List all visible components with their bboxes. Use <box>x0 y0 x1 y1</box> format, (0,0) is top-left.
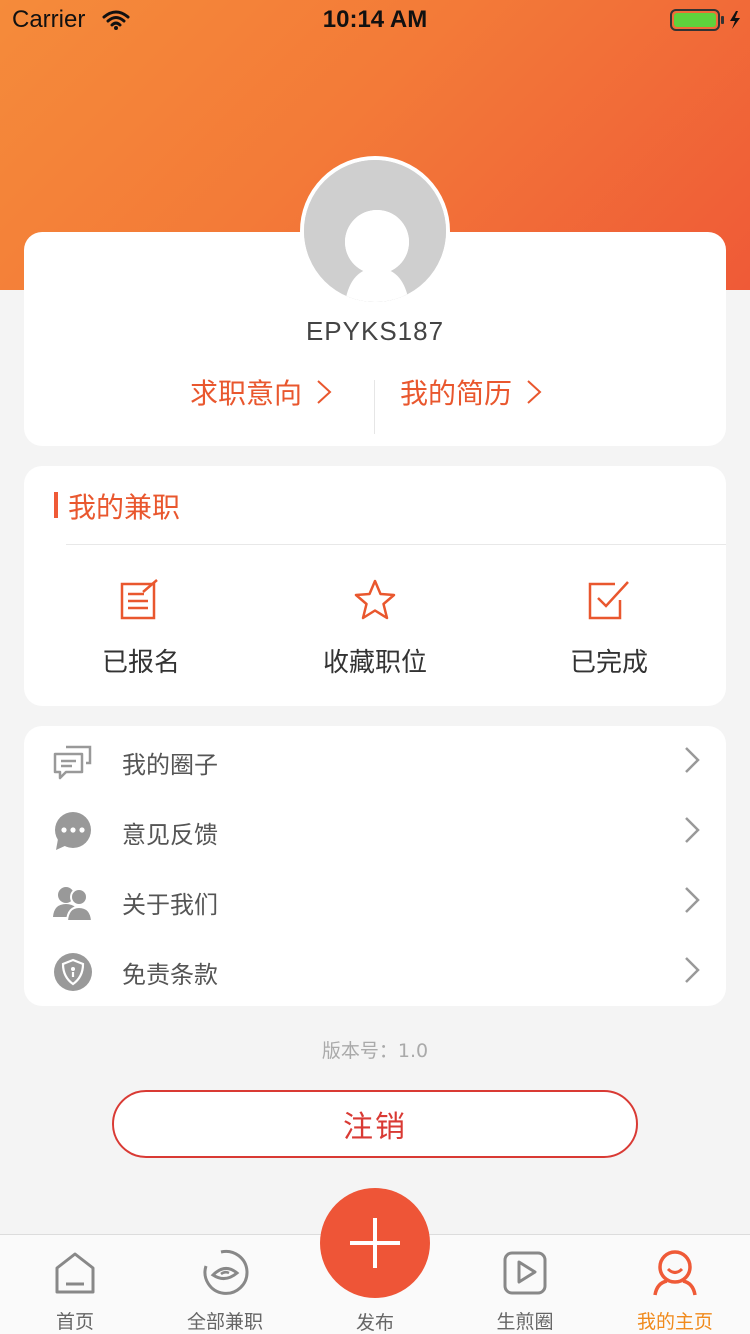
play-icon <box>503 1251 547 1295</box>
tab-circle[interactable]: 生煎圈 <box>465 1247 585 1334</box>
chevron-right-icon <box>685 887 700 913</box>
signed-up-button[interactable]: 已报名 <box>41 578 241 679</box>
tab-label: 全部兼职 <box>186 1311 263 1333</box>
menu-item-label: 我的圈子 <box>122 751 218 779</box>
users-icon <box>53 887 94 922</box>
completed-label: 已完成 <box>569 648 648 678</box>
chat-bubbles-icon <box>53 745 92 780</box>
saved-jobs-button[interactable]: 收藏职位 <box>275 578 475 679</box>
publish-label: 发布 <box>355 1312 394 1334</box>
saved-jobs-label: 收藏职位 <box>322 648 427 678</box>
divider <box>66 544 726 545</box>
checked-box-icon <box>588 581 629 620</box>
home-icon <box>55 1252 95 1294</box>
username: EPYKS187 <box>305 316 445 346</box>
avatar[interactable] <box>300 156 450 306</box>
star-icon <box>354 579 396 620</box>
divider <box>374 380 375 434</box>
tab-all-jobs[interactable]: 全部兼职 <box>165 1247 285 1334</box>
chevron-right-icon <box>317 380 332 404</box>
signed-up-label: 已报名 <box>101 648 180 678</box>
tab-home[interactable]: 首页 <box>15 1247 135 1334</box>
menu-item-about-us[interactable]: 关于我们 <box>24 866 726 936</box>
completed-button[interactable]: 已完成 <box>509 578 709 679</box>
menu-item-feedback[interactable]: 意见反馈 <box>24 796 726 866</box>
menu-card: 我的圈子 意见反馈 关于我们 免责条款 <box>24 726 726 1006</box>
shield-icon <box>54 953 92 991</box>
menu-item-my-circle[interactable]: 我的圈子 <box>24 726 726 796</box>
eye-circle-icon <box>203 1249 249 1295</box>
menu-item-label: 免责条款 <box>122 961 218 989</box>
chevron-right-icon <box>685 817 700 843</box>
menu-item-label: 意见反馈 <box>122 821 218 849</box>
profile-icon <box>653 1250 697 1296</box>
my-jobs-title: 我的兼职 <box>68 491 181 524</box>
battery-icon <box>670 9 744 35</box>
tab-my-home[interactable]: 我的主页 <box>615 1247 735 1334</box>
publish-button[interactable] <box>320 1188 430 1298</box>
my-jobs-card: 我的兼职 已报名 收藏职位 已完成 <box>24 466 726 706</box>
chevron-right-icon <box>527 380 542 404</box>
version-text: 版本号：1.0 <box>321 1040 429 1062</box>
section-accent-bar <box>54 492 58 518</box>
chevron-right-icon <box>685 747 700 773</box>
job-intention-label: 求职意向 <box>190 377 303 410</box>
menu-item-disclaimer[interactable]: 免责条款 <box>24 936 726 1006</box>
speech-bubble-icon <box>55 812 91 850</box>
chevron-right-icon <box>685 957 700 983</box>
signup-list-icon <box>120 579 158 620</box>
resume-link[interactable]: 我的简历 <box>400 372 542 412</box>
job-intention-link[interactable]: 求职意向 <box>190 372 332 412</box>
status-bar: Carrier 10:14 AM <box>0 0 750 40</box>
status-time: 10:14 AM <box>322 6 428 33</box>
logout-button[interactable]: 注销 <box>112 1090 638 1158</box>
resume-label: 我的简历 <box>400 377 513 410</box>
tab-label: 我的主页 <box>636 1311 713 1333</box>
tab-label: 首页 <box>55 1311 94 1333</box>
plus-icon <box>350 1218 400 1268</box>
menu-item-label: 关于我们 <box>122 891 218 919</box>
tab-label: 生煎圈 <box>496 1311 554 1333</box>
